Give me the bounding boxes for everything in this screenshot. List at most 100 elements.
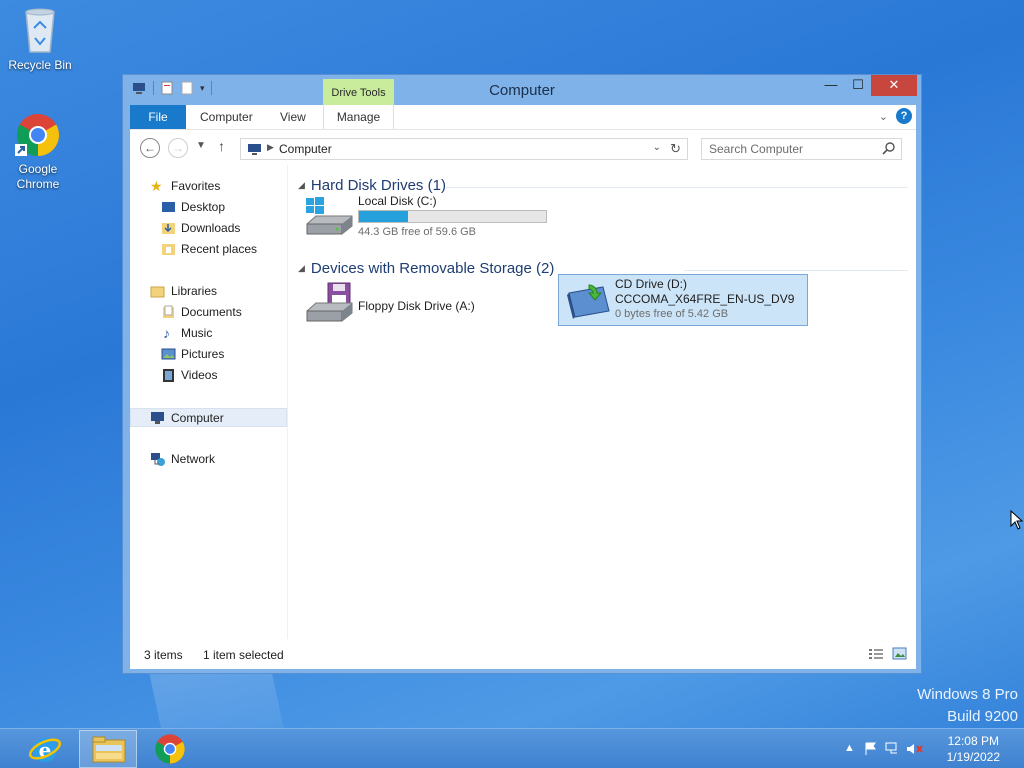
search-icon[interactable] [882, 142, 895, 155]
nav-desktop-label: Desktop [181, 200, 226, 214]
nav-computer[interactable]: Computer [130, 408, 287, 427]
nav-downloads-label: Downloads [181, 221, 241, 235]
clock-time: 12:08 PM [947, 734, 999, 748]
google-chrome-label: Google Chrome [16, 162, 60, 191]
documents-icon [163, 305, 174, 318]
navigation-bar: ← → ▼ ↑ ▶ Computer ⌄ ↻ Search Computer [130, 129, 916, 165]
status-item-count: 3 items [144, 648, 183, 662]
capacity-bar [358, 210, 547, 223]
clock-date: 1/19/2022 [946, 750, 1000, 764]
chevron-right-icon[interactable]: ▶ [267, 142, 274, 153]
windows-watermark: Windows 8 Pro Build 9200 [917, 684, 1018, 728]
drive-c-free-space: 44.3 GB free of 59.6 GB [358, 226, 477, 238]
maximize-button[interactable]: ☐ [844, 75, 872, 96]
internet-explorer-icon: e [28, 738, 62, 762]
nav-pictures-label: Pictures [181, 347, 225, 361]
music-icon: ♪ [163, 325, 170, 341]
nav-downloads[interactable]: Downloads [130, 219, 287, 238]
explorer-window[interactable]: ▾ Drive Tools Computer — ☐ ✕ File Comput… [122, 74, 922, 674]
drive-d-free-space: 0 bytes free of 5.42 GB [615, 308, 729, 320]
address-bar[interactable]: ▶ Computer ⌄ ↻ [240, 138, 688, 160]
group-divider [446, 187, 908, 188]
pictures-icon [161, 348, 176, 360]
nav-music[interactable]: ♪ Music [130, 324, 287, 343]
drive-floppy-a[interactable]: Floppy Disk Drive (A:) [304, 281, 550, 331]
cd-drive-install-icon [567, 284, 610, 319]
star-icon: ★ [150, 178, 163, 194]
tab-computer[interactable]: Computer [200, 105, 253, 129]
drive-local-disk-c[interactable]: Local Disk (C:) 44.3 GB free of 59.6 GB [304, 194, 550, 244]
up-button[interactable]: ↑ [218, 138, 225, 154]
nav-videos-label: Videos [181, 368, 218, 382]
libraries-icon [150, 286, 165, 298]
tab-manage[interactable]: Manage [323, 105, 394, 129]
recent-locations-icon[interactable]: ▼ [196, 140, 206, 151]
navigation-pane: ★ Favorites Desktop Downloads Recent pla… [130, 165, 288, 639]
videos-icon [163, 369, 174, 382]
nav-desktop[interactable]: Desktop [130, 198, 287, 217]
taskbar-internet-explorer[interactable]: e [16, 730, 74, 768]
drive-cd-d[interactable]: CD Drive (D:) CCCOMA_X64FRE_EN-US_DV9 0 … [558, 274, 808, 326]
search-placeholder: Search Computer [709, 142, 804, 156]
minimize-button[interactable]: — [817, 75, 845, 96]
close-button[interactable]: ✕ [871, 75, 917, 96]
nav-pictures[interactable]: Pictures [130, 345, 287, 364]
collapse-arrow-icon[interactable]: ◢ [298, 180, 305, 190]
group-hard-disk-title: Hard Disk Drives (1) [310, 177, 446, 194]
status-selection: 1 item selected [203, 648, 284, 662]
expand-ribbon-icon[interactable]: ⌄ [879, 110, 888, 123]
search-input[interactable]: Search Computer [701, 138, 902, 160]
nav-libraries[interactable]: Libraries [130, 282, 287, 301]
nav-computer-label: Computer [171, 411, 224, 425]
chevron-down-icon[interactable]: ⌄ [653, 142, 661, 153]
nav-favorites[interactable]: ★ Favorites [130, 177, 287, 196]
chrome-icon [155, 734, 185, 764]
nav-libraries-label: Libraries [171, 284, 218, 298]
content-area: ★ Favorites Desktop Downloads Recent pla… [130, 165, 916, 639]
nav-music-label: Music [181, 326, 213, 340]
title-bar[interactable]: ▾ Drive Tools Computer — ☐ ✕ [123, 75, 921, 107]
help-icon[interactable]: ? [896, 108, 912, 124]
desktop-icon-recycle-bin[interactable]: Recycle Bin [2, 6, 78, 73]
taskbar: e ▲ 12:08 PM 1/19/2022 [0, 728, 1024, 768]
downloads-icon [162, 223, 175, 234]
group-removable-storage[interactable]: ◢ Devices with Removable Storage (2) [298, 260, 554, 280]
computer-location-icon [248, 144, 261, 155]
details-view-icon[interactable] [868, 648, 884, 660]
nav-recent-places[interactable]: Recent places [130, 240, 287, 259]
network-status-icon[interactable] [885, 742, 901, 756]
drive-a-name: Floppy Disk Drive (A:) [358, 299, 475, 313]
main-pane: ◢ Hard Disk Drives (1) Local Disk (C:) 44… [296, 165, 916, 639]
nav-videos[interactable]: Videos [130, 366, 287, 385]
nav-documents-label: Documents [181, 305, 242, 319]
recent-places-icon [162, 244, 175, 255]
collapse-arrow-icon[interactable]: ◢ [298, 263, 305, 273]
nav-recent-places-label: Recent places [181, 242, 258, 256]
back-button[interactable]: ← [140, 138, 160, 158]
tab-file[interactable]: File [130, 105, 186, 129]
system-tray: ▲ 12:08 PM 1/19/2022 [824, 729, 1024, 768]
taskbar-google-chrome[interactable] [141, 730, 199, 768]
action-center-flag-icon[interactable] [864, 742, 878, 756]
floppy-drive-icon [306, 282, 353, 322]
recycle-bin-label: Recycle Bin [8, 58, 72, 72]
clock[interactable]: 12:08 PM 1/19/2022 [947, 733, 1000, 765]
nav-documents[interactable]: Documents [130, 303, 287, 322]
show-hidden-icons-icon[interactable]: ▲ [844, 742, 855, 754]
desktop-icon [162, 202, 175, 212]
nav-network[interactable]: Network [130, 450, 287, 469]
desktop-icon-google-chrome[interactable]: Google Chrome [0, 112, 76, 192]
address-text: Computer [279, 142, 332, 156]
computer-icon [151, 412, 164, 424]
large-icons-view-icon[interactable] [892, 647, 908, 661]
file-explorer-icon [92, 736, 126, 763]
mouse-cursor-icon [1010, 510, 1024, 530]
tab-view[interactable]: View [280, 105, 306, 129]
nav-network-label: Network [171, 452, 216, 466]
taskbar-file-explorer[interactable] [79, 730, 137, 768]
capacity-fill [359, 211, 408, 222]
refresh-icon[interactable]: ↻ [670, 141, 681, 157]
watermark-build: Build 9200 [947, 708, 1018, 725]
forward-button[interactable]: → [168, 138, 188, 158]
volume-muted-icon[interactable] [906, 742, 924, 756]
